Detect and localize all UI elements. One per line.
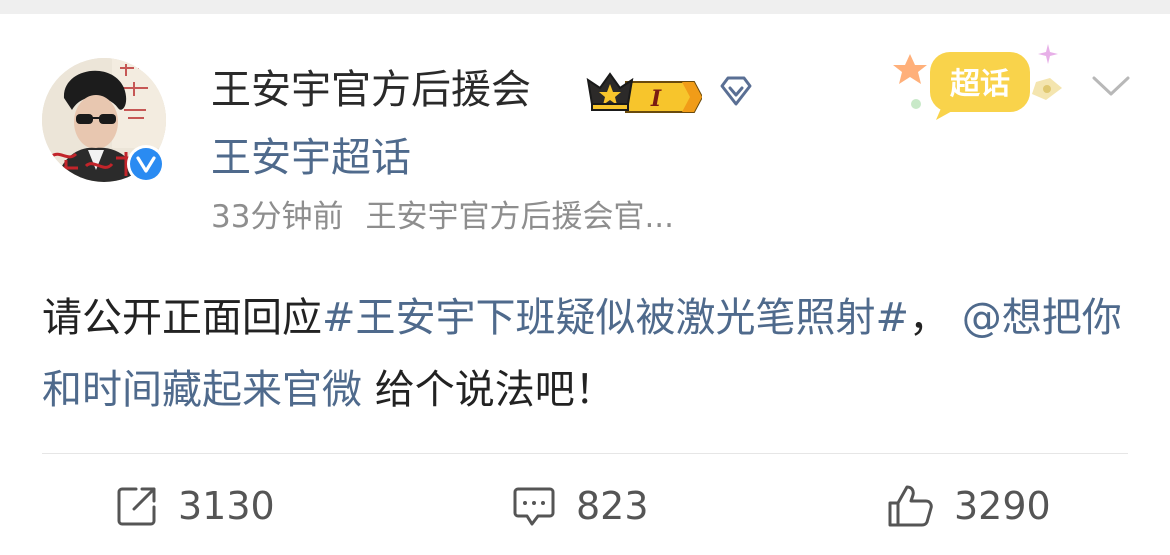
- post-meta: 33分钟前 王安宇官方后援会官...: [211, 196, 674, 238]
- comment-count: 823: [576, 484, 649, 528]
- hashtag-link[interactable]: #王安宇下班疑似被激光笔照射#: [322, 295, 909, 341]
- content-text: 请公开正面回应: [42, 295, 322, 341]
- diamond-icon[interactable]: [718, 74, 754, 110]
- like-button[interactable]: 3290: [886, 476, 1051, 536]
- comment-icon: [513, 487, 555, 526]
- chevron-down-icon[interactable]: [1090, 70, 1132, 100]
- like-count: 3290: [954, 484, 1051, 528]
- repost-count: 3130: [178, 484, 275, 528]
- like-icon: [888, 485, 933, 527]
- timestamp: 33分钟前: [211, 199, 344, 235]
- user-badges: I: [586, 70, 754, 114]
- action-bar: 3130 823 3290: [0, 476, 1170, 536]
- content-suffix: 给个说法吧！: [362, 367, 615, 413]
- super-topic-link[interactable]: 王安宇超话: [211, 132, 411, 184]
- post-source[interactable]: 王安宇官方后援会官...: [365, 199, 674, 235]
- content-separator: ，: [909, 295, 950, 341]
- username[interactable]: 王安宇官方后援会: [211, 64, 531, 116]
- super-topic-sticker[interactable]: 超话: [890, 40, 1075, 130]
- repost-icon: [117, 487, 156, 526]
- divider: [42, 453, 1128, 454]
- crown-icon: I: [586, 72, 702, 113]
- repost-button[interactable]: 3130: [116, 476, 275, 536]
- verified-icon: [127, 145, 165, 183]
- sticker-label: 超话: [950, 67, 1010, 102]
- top-separator: [0, 0, 1170, 14]
- post-content: 请公开正面回应#王安宇下班疑似被激光笔照射#， @想把你和时间藏起来官微 给个说…: [42, 282, 1132, 426]
- comment-button[interactable]: 823: [512, 476, 649, 536]
- level-badge-text: I: [650, 86, 662, 112]
